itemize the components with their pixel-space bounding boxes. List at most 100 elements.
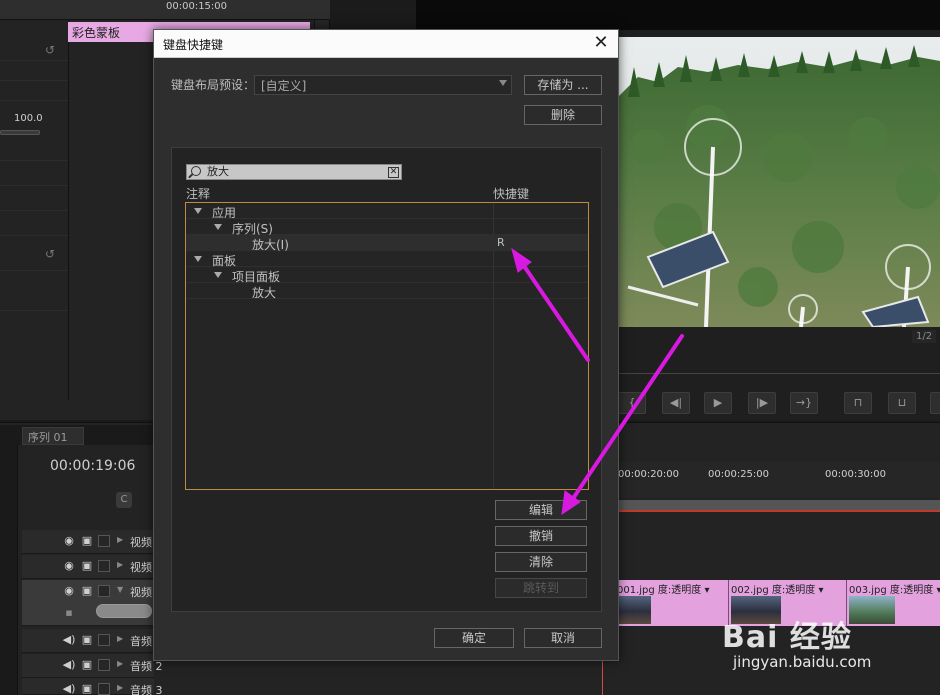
command-tree: 应用 序列(S) 放大(I) R 面板 项目面板 放大 [185,202,589,490]
monitor-page-fraction[interactable]: 1/2 [912,330,937,343]
save-as-button[interactable]: 存储为 ... [524,75,602,95]
video-frame-image [618,37,940,327]
close-icon[interactable]: ✕ [590,32,612,54]
tree-row-shortcut[interactable]: R [497,236,505,249]
timeline-timecode[interactable]: 00:00:19:06 [50,458,135,474]
track-name: 音频 3 [130,684,163,695]
eye-icon[interactable]: ◉ [62,559,76,573]
keyframe-icon[interactable]: ▪ [62,606,76,620]
monitor-time-ruler[interactable] [618,360,940,374]
lock-toggle[interactable] [98,535,110,547]
search-icon [191,166,201,176]
expand-chevron-icon[interactable]: ▶ [117,634,123,643]
tree-row-label: 放大 [252,286,277,300]
track-header-audio-3[interactable]: ◀) ▣ ▶ 音频 3 [22,678,163,695]
reset-icon[interactable]: ↺ [45,247,59,261]
work-area-bar[interactable] [618,500,940,512]
expand-triangle-icon[interactable] [214,224,222,230]
speaker-icon[interactable]: ◀) [62,682,76,695]
column-header-command[interactable]: 注释 [186,185,210,202]
effect-value[interactable]: 100.0 [14,113,43,124]
expand-chevron-icon[interactable]: ▼ [117,585,123,594]
effect-row-divider [0,160,68,161]
reset-icon[interactable]: ↺ [45,43,59,57]
film-icon: ▣ [81,633,93,646]
tab-sequence-01[interactable]: 序列 01 [22,427,84,445]
timeline-clip[interactable]: 001.jpg 度:透明度 ▾ [614,580,728,626]
film-icon: ▣ [81,682,93,695]
expand-triangle-icon[interactable] [214,272,222,278]
expand-triangle-icon[interactable] [194,256,202,262]
go-to-out-icon[interactable]: →} [790,392,818,414]
tree-row-application[interactable]: 应用 [186,203,588,220]
step-back-marker-icon[interactable]: { [618,392,646,414]
extract-icon[interactable]: ⊔ [888,392,916,414]
lock-toggle[interactable] [98,659,110,671]
lock-toggle[interactable] [98,634,110,646]
tree-row-panels[interactable]: 面板 [186,251,588,268]
go-to-button[interactable]: 跳转到 [495,578,587,598]
eye-icon[interactable]: ◉ [62,584,76,598]
effect-row-divider [0,80,68,81]
undo-button[interactable]: 撤销 [495,526,587,546]
chevron-down-icon [499,80,507,86]
step-back-icon[interactable]: ◀| [662,392,690,414]
timeline-time-ruler[interactable] [618,462,940,498]
expand-triangle-icon[interactable] [194,208,202,214]
keyboard-shortcuts-dialog: 键盘快捷键 ✕ 键盘布局预设： [自定义] 存储为 ... 删除 放大 ✕ 注释… [153,29,619,661]
speaker-icon[interactable]: ◀) [62,658,76,672]
ruler-label: 00:00:20:00 [618,469,680,480]
ok-button[interactable]: 确定 [434,628,514,648]
monitor-header [416,0,940,30]
track-header-audio-1[interactable]: ◀) ▣ ▶ 音频 1 [22,629,163,653]
eye-icon[interactable]: ◉ [62,534,76,548]
dialog-titlebar[interactable]: 键盘快捷键 ✕ [154,30,618,58]
clear-search-icon[interactable]: ✕ [388,167,399,178]
effect-row-divider [0,185,68,186]
lock-toggle[interactable] [98,683,110,695]
ruler-label: 00:00:25:00 [708,469,770,480]
tree-row-sequence[interactable]: 序列(S) [186,219,588,236]
tree-row-project-panel[interactable]: 项目面板 [186,267,588,284]
lock-toggle[interactable] [98,560,110,572]
expand-chevron-icon[interactable]: ▶ [117,659,123,668]
track-header-video-3[interactable]: ◉ ▣ ▶ 视频 3 [22,530,163,554]
film-icon: ▣ [81,559,93,572]
preset-dropdown[interactable]: [自定义] [254,75,512,95]
play-icon[interactable]: ▶ [704,392,732,414]
clear-button[interactable]: 清除 [495,552,587,572]
delete-button[interactable]: 删除 [524,105,602,125]
snap-icon[interactable]: C [116,492,132,508]
tree-row-zoom-in[interactable]: 放大(I) R [186,235,588,252]
speaker-icon[interactable]: ◀) [62,633,76,647]
search-value: 放大 [207,165,229,178]
effect-controls-divider [68,20,69,400]
effect-row-divider [0,210,68,211]
column-header-shortcut[interactable]: 快捷键 [493,185,529,202]
expand-chevron-icon[interactable]: ▶ [117,560,123,569]
track-header-audio-2[interactable]: ◀) ▣ ▶ 音频 2 [22,654,163,678]
effect-value-slider[interactable] [0,130,40,135]
effect-row-divider [0,310,68,311]
track-header-video-2[interactable]: ◉ ▣ ▶ 视频 2 [22,555,163,579]
lock-toggle[interactable] [98,585,110,597]
export-frame-icon[interactable] [930,392,940,414]
lift-icon[interactable]: ⊓ [844,392,872,414]
keyframe-navigator[interactable] [96,604,152,618]
effect-row-divider [0,60,68,61]
cancel-button[interactable]: 取消 [524,628,602,648]
baidu-watermark-url: jingyan.baidu.com [733,653,872,671]
timeline-clip[interactable]: 003.jpg 度:透明度 ▾ [846,580,940,626]
film-icon: ▣ [81,584,93,597]
preset-value: [自定义] [261,79,307,93]
effect-controls-timecode: 00:00:15:00 [166,1,228,12]
step-forward-icon[interactable]: |▶ [748,392,776,414]
expand-chevron-icon[interactable]: ▶ [117,535,123,544]
dialog-title: 键盘快捷键 [163,38,224,52]
expand-chevron-icon[interactable]: ▶ [117,683,123,692]
edit-button[interactable]: 编辑 [495,500,587,520]
track-header-video-1[interactable]: ◉ ▣ ▼ 视频 1 ▪ [22,580,163,626]
search-input[interactable]: 放大 ✕ [186,164,402,180]
tree-row-project-zoom-in[interactable]: 放大 [186,283,588,300]
effect-row-divider [0,270,68,271]
